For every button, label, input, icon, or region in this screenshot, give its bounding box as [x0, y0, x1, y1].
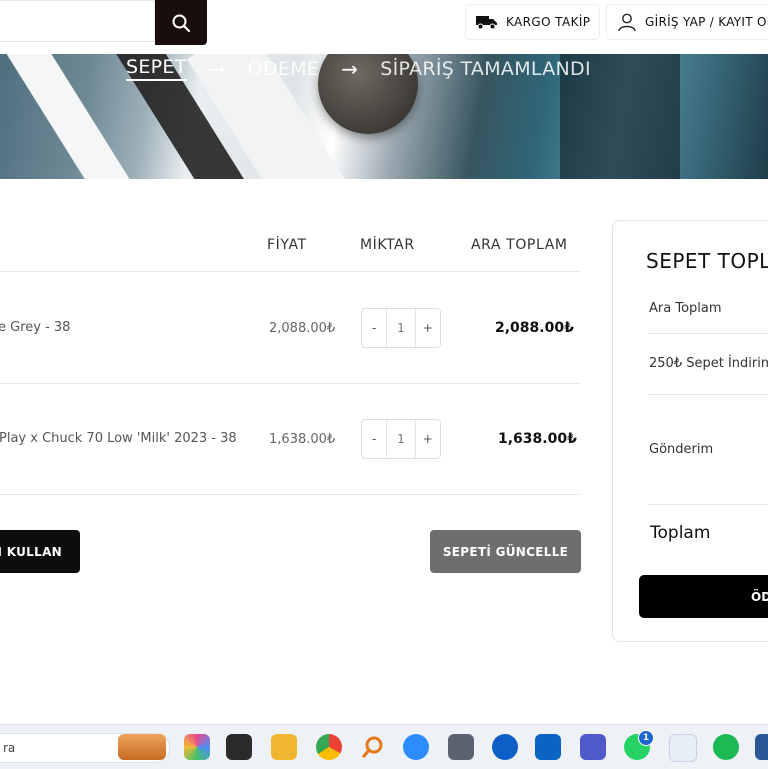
kargo-takip-link[interactable]: KARGO TAKİP	[465, 4, 600, 40]
apply-coupon-button[interactable]: N KULLAN	[0, 530, 80, 573]
search-app-icon[interactable]	[360, 734, 386, 760]
whatsapp-icon[interactable]: 1	[624, 730, 654, 760]
divider	[0, 383, 580, 384]
spotify-icon[interactable]	[713, 734, 739, 760]
search-input[interactable]	[0, 0, 155, 42]
item-subtotal: 2,088.00₺	[495, 320, 574, 336]
file-explorer-icon[interactable]	[271, 734, 297, 760]
quantity-input[interactable]: 1	[386, 420, 416, 458]
checkout-button[interactable]: ÖDEME	[639, 575, 768, 618]
discount-label: 250₺ Sepet İndirimi	[649, 356, 768, 371]
word-icon[interactable]	[755, 734, 768, 760]
teamviewer-icon[interactable]	[492, 734, 518, 760]
step-order-complete[interactable]: SİPARİŞ TAMAMLANDI	[380, 58, 591, 80]
step-payment[interactable]: ÖDEME	[248, 58, 320, 80]
kargo-takip-label: KARGO TAKİP	[506, 15, 591, 29]
cart-totals-title: SEPET TOPLAMI	[646, 249, 768, 273]
decrease-button[interactable]: -	[362, 420, 386, 458]
divider	[649, 394, 768, 395]
increase-button[interactable]: +	[416, 420, 440, 458]
quantity-stepper: - 1 +	[361, 419, 441, 459]
item-price: 1,638.00₺	[269, 432, 336, 447]
windows-taskbar: ra 1	[0, 724, 768, 769]
snipping-tool-icon[interactable]	[669, 734, 697, 762]
shipping-label: Gönderim	[649, 442, 714, 457]
quantity-input[interactable]: 1	[386, 309, 416, 347]
arrow-right-icon: →	[208, 56, 226, 81]
increase-button[interactable]: +	[416, 309, 440, 347]
taskbar-search-text: ra	[3, 741, 16, 755]
teams-icon[interactable]	[580, 734, 606, 760]
widget-icon[interactable]	[118, 734, 166, 760]
calculator-icon[interactable]	[448, 734, 474, 760]
desktop-icon[interactable]	[226, 734, 252, 760]
truck-icon	[476, 16, 497, 30]
step-cart[interactable]: SEPET	[126, 56, 187, 81]
item-price: 2,088.00₺	[269, 321, 336, 336]
update-cart-button[interactable]: SEPETİ GÜNCELLE	[430, 530, 581, 573]
cart-totals-panel: SEPET TOPLAMI Ara Toplam 250₺ Sepet İndi…	[612, 220, 768, 642]
chrome-icon[interactable]	[316, 734, 342, 760]
column-header-subtotal: ARA TOPLAM	[471, 237, 568, 253]
product-link[interactable]: Play x Chuck 70 Low 'Milk' 2023 - 38	[0, 431, 237, 446]
product-link[interactable]: e Grey - 38	[0, 320, 70, 335]
decrease-button[interactable]: -	[362, 309, 386, 347]
site-header: KARGO TAKİP GİRİŞ YAP / KAYIT OL	[0, 0, 768, 54]
checkout-steps: SEPET → ÖDEME → SİPARİŞ TAMAMLANDI	[126, 56, 591, 81]
whatsapp-badge: 1	[638, 730, 654, 746]
search-icon	[172, 14, 191, 32]
item-subtotal: 1,638.00₺	[498, 431, 577, 447]
divider	[0, 271, 580, 272]
user-icon	[618, 13, 636, 32]
column-header-price: FİYAT	[267, 237, 307, 253]
total-label: Toplam	[650, 523, 711, 543]
copilot-icon[interactable]	[184, 734, 210, 760]
zoom-icon[interactable]	[403, 734, 429, 760]
subtotal-label: Ara Toplam	[649, 301, 722, 316]
column-header-quantity: MİKTAR	[360, 237, 415, 253]
search-button[interactable]	[155, 0, 207, 45]
outlook-icon[interactable]	[535, 734, 561, 760]
quantity-stepper: - 1 +	[361, 308, 441, 348]
arrow-right-icon: →	[341, 56, 359, 81]
divider	[649, 333, 768, 334]
login-register-label: GİRİŞ YAP / KAYIT OL	[645, 15, 768, 29]
divider	[0, 494, 580, 495]
divider	[649, 504, 768, 505]
login-register-link[interactable]: GİRİŞ YAP / KAYIT OL	[606, 4, 768, 40]
